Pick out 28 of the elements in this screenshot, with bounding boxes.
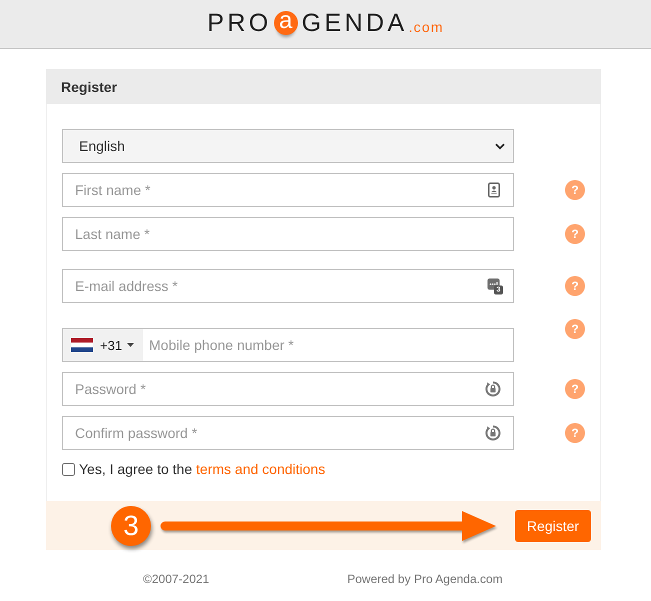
lock-ring-icon (485, 381, 501, 397)
terms-link[interactable]: terms and conditions (196, 461, 326, 477)
help-icon[interactable]: ? (565, 423, 585, 443)
flag-icon (71, 338, 93, 352)
name-field[interactable]: Last name * (62, 217, 514, 251)
country-code-selector[interactable]: +31 (63, 329, 143, 361)
step-badge: 3 (111, 506, 151, 546)
phone-field[interactable]: +31 Mobile phone number * (62, 328, 514, 362)
help-icon[interactable]: ? (565, 180, 585, 200)
copyright-text: ©2007-2021 (143, 572, 210, 586)
card-title: Register (61, 78, 118, 94)
register-button[interactable]: Register (515, 510, 591, 542)
lock-ring-icon (485, 425, 501, 441)
help-icon[interactable]: ? (565, 224, 585, 244)
password-field[interactable]: Confirm password * (62, 416, 514, 450)
password-field[interactable]: Password * (62, 372, 514, 406)
name-field[interactable]: First name * (62, 173, 514, 207)
contact-card-icon (488, 182, 500, 198)
chevron-icon (495, 142, 505, 150)
agreement-text: Yes, I agree to the terms and conditions (79, 461, 326, 477)
caret-icon (127, 343, 134, 347)
language-select[interactable]: English (62, 129, 514, 163)
help-icon[interactable]: ? (565, 319, 585, 339)
help-icon[interactable]: ? (565, 379, 585, 399)
checkbox[interactable] (62, 462, 75, 476)
help-icon[interactable]: ? (565, 276, 585, 296)
powered-by-text: Powered by Pro Agenda.com (347, 572, 503, 586)
logo[interactable]: PRO a GENDA.com (207, 10, 444, 38)
